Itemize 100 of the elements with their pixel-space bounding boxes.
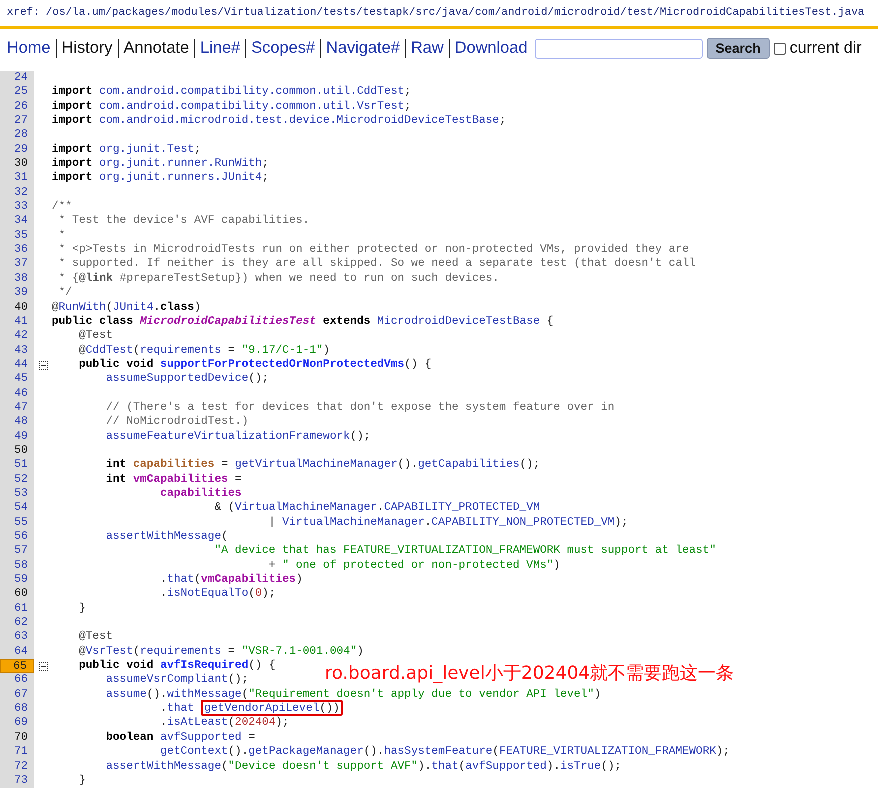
code-line: .that bbox=[159, 702, 194, 716]
code-line: import org.junit.runner.RunWith; bbox=[52, 157, 269, 172]
line-number[interactable]: 42 bbox=[0, 329, 34, 344]
line-number[interactable]: 56 bbox=[0, 530, 34, 544]
line-number[interactable]: 50 bbox=[0, 444, 34, 458]
line-number[interactable]: 34 bbox=[0, 214, 34, 229]
code-line: assume().withMessage("Requirement doesn't apply due to vendor API level") bbox=[105, 688, 602, 702]
code-line: int vmCapabilities = bbox=[105, 472, 242, 487]
nav-link[interactable]: Scopes# bbox=[245, 39, 320, 58]
collapse-icon[interactable] bbox=[38, 360, 48, 370]
path-link[interactable]: /la.um bbox=[66, 7, 106, 19]
path-link[interactable]: /android bbox=[494, 7, 548, 19]
code-line: @CddTest(requirements = "9.17/C-1-1") bbox=[78, 344, 330, 358]
line-number[interactable]: 57 bbox=[0, 544, 34, 559]
line-number[interactable]: 24 bbox=[0, 71, 34, 86]
line-number[interactable]: 32 bbox=[0, 186, 34, 200]
line-number[interactable]: 68 bbox=[0, 702, 34, 716]
code-line: @VsrTest(requirements = "VSR-7.1-001.004") bbox=[78, 644, 364, 660]
line-number[interactable]: 49 bbox=[0, 430, 34, 444]
path-link[interactable]: /test bbox=[620, 7, 654, 19]
nav-link[interactable]: Raw bbox=[405, 39, 449, 58]
path-link[interactable]: /Virtualization bbox=[218, 7, 317, 19]
nav-link[interactable]: Home bbox=[7, 39, 56, 58]
path-link[interactable]: /modules bbox=[164, 7, 218, 19]
line-number[interactable]: 71 bbox=[0, 745, 34, 760]
line-number[interactable]: 65 bbox=[0, 659, 34, 674]
line-number[interactable]: 39 bbox=[0, 286, 34, 300]
line-number[interactable]: 45 bbox=[0, 372, 34, 387]
line-number[interactable]: 38 bbox=[0, 272, 34, 286]
code-line: assertWithMessage("Device doesn't support AVF").that(avfSupported).isTrue(); bbox=[105, 760, 622, 774]
line-number[interactable]: 35 bbox=[0, 228, 34, 244]
collapse-icon[interactable] bbox=[38, 662, 48, 671]
line-number[interactable]: 43 bbox=[0, 344, 34, 358]
line-number[interactable]: 70 bbox=[0, 730, 34, 746]
nav-link[interactable]: Line# bbox=[194, 39, 246, 58]
line-number[interactable]: 59 bbox=[0, 573, 34, 588]
line-number[interactable]: 62 bbox=[0, 616, 34, 630]
path-link[interactable]: /java bbox=[436, 7, 469, 19]
line-number[interactable]: 37 bbox=[0, 257, 34, 272]
code-line: /** bbox=[52, 200, 72, 214]
line-number[interactable]: 58 bbox=[0, 558, 34, 574]
line-number[interactable]: 30 bbox=[0, 157, 34, 172]
nav-link[interactable]: Navigate# bbox=[320, 39, 406, 58]
path-link[interactable]: /os bbox=[46, 7, 66, 19]
code-line: "A device that has FEATURE_VIRTUALIZATION_FRAMEWORK must support at least" bbox=[214, 544, 716, 559]
line-number[interactable]: 67 bbox=[0, 688, 34, 702]
line-number[interactable]: 64 bbox=[0, 644, 34, 660]
path-link[interactable]: /com bbox=[468, 7, 495, 19]
code-line: & (VirtualMachineManager.CAPABILITY_PROTECTED_VM bbox=[214, 501, 540, 516]
path-link[interactable]: /testapk bbox=[356, 7, 410, 19]
line-number[interactable]: 44 bbox=[0, 358, 34, 372]
line-number[interactable]: 31 bbox=[0, 171, 34, 186]
line-number[interactable]: 55 bbox=[0, 516, 34, 530]
code-line: boolean avfSupported = bbox=[105, 730, 256, 746]
line-number[interactable]: 52 bbox=[0, 472, 34, 487]
code-line: * <p>Tests in MicrodroidTests run on either protected or non-protected VMs, provided they are bbox=[58, 243, 690, 258]
nav-link[interactable]: Annotate bbox=[118, 39, 194, 58]
path-link[interactable]: /src bbox=[409, 7, 436, 19]
line-number[interactable]: 66 bbox=[0, 673, 34, 688]
line-number[interactable]: 29 bbox=[0, 142, 34, 158]
line-number[interactable]: 63 bbox=[0, 630, 34, 645]
code-line: .isAtLeast(202404); bbox=[159, 716, 290, 731]
line-number[interactable]: 47 bbox=[0, 400, 34, 416]
line-number[interactable]: 33 bbox=[0, 200, 34, 214]
code-line: public void supportForProtectedOrNonProtectedVms() { bbox=[78, 358, 432, 372]
checkbox[interactable] bbox=[774, 42, 786, 54]
code-line: .that(vmCapabilities) bbox=[159, 573, 303, 588]
code-line: * Test the device's AVF capabilities. bbox=[58, 214, 310, 229]
checkbox-label: current dir bbox=[790, 40, 862, 58]
line-number[interactable]: 27 bbox=[0, 114, 34, 128]
line-number[interactable]: 40 bbox=[0, 300, 34, 315]
line-number[interactable]: 36 bbox=[0, 243, 34, 258]
nav-link[interactable]: History bbox=[56, 39, 118, 58]
code-line: } bbox=[78, 602, 86, 616]
line-number[interactable]: 60 bbox=[0, 587, 34, 602]
path-link[interactable]: /tests bbox=[316, 7, 356, 19]
line-number[interactable]: 51 bbox=[0, 458, 34, 473]
line-number[interactable]: 69 bbox=[0, 716, 34, 731]
line-number[interactable]: 28 bbox=[0, 128, 34, 143]
line-number[interactable]: 48 bbox=[0, 415, 34, 430]
search-field[interactable] bbox=[534, 38, 703, 58]
line-number[interactable]: 46 bbox=[0, 386, 34, 401]
line-number[interactable]: 26 bbox=[0, 100, 34, 114]
code-line: @Test bbox=[78, 630, 114, 645]
path-link[interactable]: /microdroid bbox=[548, 7, 620, 19]
path-link[interactable]: /MicrodroidCapabilitiesTest.java bbox=[653, 7, 865, 19]
line-number[interactable]: 25 bbox=[0, 85, 34, 100]
line-number[interactable]: 54 bbox=[0, 501, 34, 516]
nav-link[interactable]: Download bbox=[448, 39, 533, 58]
line-number[interactable]: 72 bbox=[0, 760, 34, 774]
line-number[interactable]: 73 bbox=[0, 774, 34, 788]
search-button[interactable]: Search bbox=[706, 38, 770, 59]
line-number[interactable]: 41 bbox=[0, 314, 34, 330]
code-line: import org.junit.runners.JUnit4; bbox=[52, 171, 269, 186]
line-number[interactable]: 53 bbox=[0, 486, 34, 502]
code-line: @Test bbox=[78, 329, 114, 344]
code-line: | VirtualMachineManager.CAPABILITY_NON_PROTECTED_VM); bbox=[268, 516, 628, 530]
line-number[interactable]: 61 bbox=[0, 602, 34, 616]
xref-label: xref: bbox=[7, 7, 40, 19]
path-link[interactable]: /packages bbox=[105, 7, 165, 19]
